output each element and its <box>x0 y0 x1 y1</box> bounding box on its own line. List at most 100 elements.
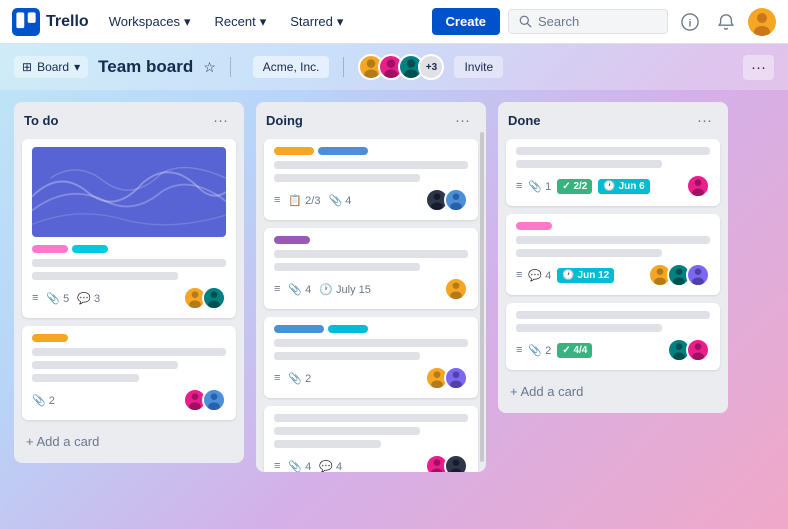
card-avatars <box>183 286 226 310</box>
card-todo-2-labels <box>32 334 226 342</box>
card-todo-1-text <box>32 259 226 280</box>
meta-comments: 💬 3 <box>77 292 100 305</box>
text-line <box>32 259 226 267</box>
card-done-3[interactable]: ≡ 📎 2 ✓ 4/4 <box>506 303 720 370</box>
meta-attachments: 📎 4 <box>288 460 311 473</box>
label-pink <box>32 245 68 253</box>
text-line <box>274 263 420 271</box>
card-done-2[interactable]: ≡ 💬 4 🕐 Jun 12 <box>506 214 720 295</box>
card-doing-2[interactable]: ≡ 📎 4 🕐 July 15 <box>264 228 478 309</box>
meta-attachments: 📎 2 <box>528 344 551 357</box>
meta-attachments: 📎 4 <box>288 283 311 296</box>
meta-attachments: 📎 1 <box>528 180 551 193</box>
meta-list: ≡ <box>516 344 522 356</box>
board-header: ⊞ Board ▾ Team board ☆ Acme, Inc. +3 Inv… <box>0 44 788 90</box>
card-todo-1-labels <box>32 245 226 253</box>
label-blue <box>318 147 368 155</box>
meta-due-date: 🕐 July 15 <box>319 283 371 296</box>
text-line <box>516 249 662 257</box>
meta-attachments: 📎 5 <box>46 292 69 305</box>
workspaces-menu[interactable]: Workspaces ▾ <box>101 10 199 34</box>
column-todo: To do ··· <box>14 102 244 463</box>
card-avatars <box>425 454 468 472</box>
invite-button[interactable]: Invite <box>454 56 503 78</box>
column-doing-header: Doing ··· <box>264 110 478 131</box>
star-button[interactable]: ☆ <box>203 59 216 76</box>
starred-menu[interactable]: Starred ▾ <box>282 10 351 34</box>
card-top-labels <box>274 147 468 155</box>
card-avatars <box>425 188 468 212</box>
board-view-icon: ⊞ <box>22 60 32 74</box>
card-doing-1-footer: ≡ 📋 2/3 📎 4 <box>274 188 468 212</box>
workspace-chip[interactable]: Acme, Inc. <box>253 56 330 78</box>
card-doing-1[interactable]: ≡ 📋 2/3 📎 4 <box>264 139 478 220</box>
card-doing-2-text <box>274 250 468 271</box>
card-avatars <box>183 388 226 412</box>
add-card-done[interactable]: + Add a card <box>506 378 720 405</box>
card-avatar <box>686 174 710 198</box>
add-card-todo[interactable]: + Add a card <box>22 428 236 455</box>
card-doing-1-text <box>274 161 468 182</box>
notifications-button[interactable] <box>712 8 740 36</box>
create-button[interactable]: Create <box>432 8 500 35</box>
badge-checklist: ✓ 4/4 <box>557 343 592 358</box>
text-line <box>274 250 468 258</box>
trello-wordmark: Trello <box>46 13 89 31</box>
text-line <box>516 236 710 244</box>
label-cyan <box>328 325 368 333</box>
svg-text:i: i <box>689 18 692 29</box>
search-box[interactable]: Search <box>508 9 668 34</box>
meta-list: ≡ <box>274 460 280 472</box>
board-members: +3 <box>358 54 444 80</box>
card-avatar <box>444 366 468 390</box>
more-button[interactable]: ··· <box>743 55 774 80</box>
text-line <box>274 414 468 422</box>
card-avatar <box>444 188 468 212</box>
meta-comments: 💬 4 <box>528 269 551 282</box>
card-done-1[interactable]: ≡ 📎 1 ✓ 2/2 🕐 Jun 6 <box>506 139 720 206</box>
board-view-button[interactable]: ⊞ Board ▾ <box>14 56 88 78</box>
column-doing-menu[interactable]: ··· <box>449 110 476 131</box>
card-done-1-footer: ≡ 📎 1 ✓ 2/2 🕐 Jun 6 <box>516 174 710 198</box>
column-doing-title: Doing <box>266 113 303 128</box>
card-doing-4[interactable]: ≡ 📎 4 💬 4 <box>264 406 478 472</box>
card-doing-2-labels <box>274 236 468 244</box>
info-button[interactable]: i <box>676 8 704 36</box>
card-todo-1[interactable]: ≡ 📎 5 💬 3 <box>22 139 236 318</box>
meta-list: ≡ <box>274 283 280 295</box>
recent-menu[interactable]: Recent ▾ <box>207 10 275 34</box>
board-content: To do ··· <box>0 90 788 529</box>
card-avatars <box>686 174 710 198</box>
card-avatars <box>444 277 468 301</box>
extra-members-badge[interactable]: +3 <box>418 54 444 80</box>
card-doing-4-footer: ≡ 📎 4 💬 4 <box>274 454 468 472</box>
card-doing-3[interactable]: ≡ 📎 2 <box>264 317 478 398</box>
card-meta: 📎 2 <box>32 394 55 407</box>
card-todo-1-footer: ≡ 📎 5 💬 3 <box>32 286 226 310</box>
text-line <box>274 161 468 169</box>
text-line <box>274 440 381 448</box>
column-done-title: Done <box>508 113 541 128</box>
search-icon <box>519 15 532 28</box>
badge-checklist: ✓ 2/2 <box>557 179 592 194</box>
card-done-1-text <box>516 147 710 168</box>
card-doing-2-footer: ≡ 📎 4 🕐 July 15 <box>274 277 468 301</box>
text-line <box>516 147 710 155</box>
column-done-menu[interactable]: ··· <box>691 110 718 131</box>
text-line <box>516 324 662 332</box>
card-todo-2-footer: 📎 2 <box>32 388 226 412</box>
card-done-2-labels <box>516 222 710 230</box>
column-todo-title: To do <box>24 113 58 128</box>
card-done-3-text <box>516 311 710 332</box>
card-avatar <box>686 338 710 362</box>
card-doing-4-text <box>274 414 468 448</box>
card-avatars <box>667 338 710 362</box>
text-line <box>32 272 178 280</box>
column-todo-menu[interactable]: ··· <box>207 110 234 131</box>
label-purple <box>274 236 310 244</box>
badge-due-date: 🕐 Jun 12 <box>557 268 614 283</box>
page-title: Team board <box>98 57 193 77</box>
trello-logo[interactable]: Trello <box>12 8 89 36</box>
user-avatar[interactable] <box>748 8 776 36</box>
card-todo-2[interactable]: 📎 2 <box>22 326 236 420</box>
